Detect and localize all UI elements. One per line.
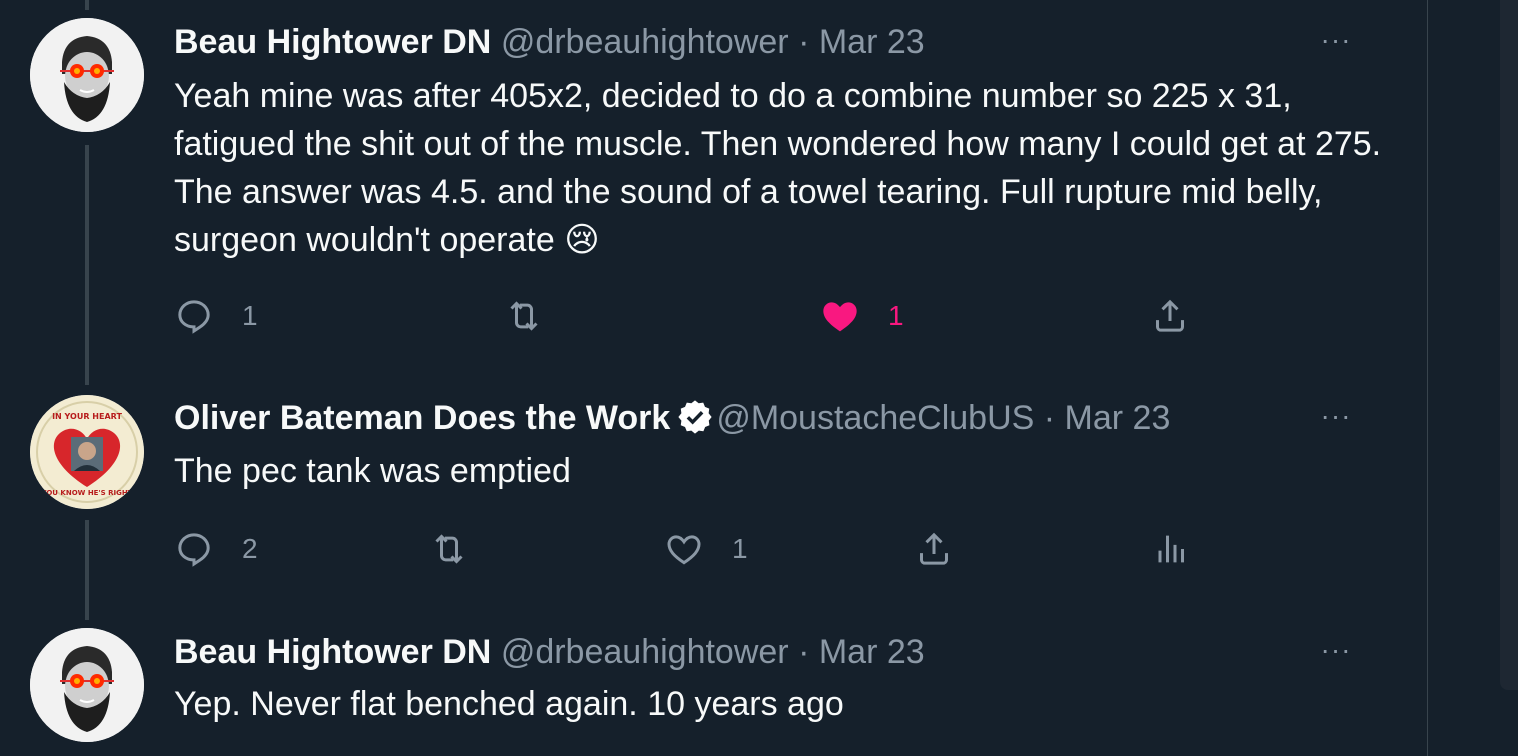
separator-dot: · [1043, 399, 1056, 437]
heart-filled-icon [823, 302, 857, 332]
avatar-top-text: IN YOUR HEART [52, 412, 122, 421]
retweet-button[interactable] [429, 527, 497, 571]
avatar-bearded-man-laser-eyes [30, 628, 144, 742]
like-button[interactable]: 1 [664, 527, 748, 571]
author-name[interactable]: Beau Hightower DN [174, 23, 491, 61]
tweet[interactable]: Beau Hightower DN @drbeauhightower · Mar… [0, 0, 1428, 380]
avatar[interactable]: IN YOUR HEART YOU KNOW HE'S RIGHT [30, 395, 144, 509]
author-name[interactable]: Beau Hightower DN [174, 633, 491, 671]
tweet-text: Yep. Never flat benched again. 10 years … [174, 685, 844, 723]
like-count: 1 [888, 300, 904, 331]
reply-button[interactable]: 2 [174, 527, 258, 571]
reply-icon [178, 300, 210, 334]
tweet[interactable]: Beau Hightower DN @drbeauhightower · Mar… [0, 620, 1428, 756]
author-handle[interactable]: @drbeauhightower [501, 23, 789, 61]
retweet-icon [435, 534, 463, 564]
tweet-actions: 1 1 [174, 294, 1194, 338]
sidebar-panel-edge [1500, 0, 1518, 690]
tweet-header: Oliver Bateman Does the Work @MoustacheCl… [174, 398, 1170, 438]
share-icon [920, 532, 948, 565]
tweet-date[interactable]: Mar 23 [1065, 399, 1171, 437]
tweet-text: The pec tank was emptied [174, 452, 571, 490]
analytics-button[interactable] [1150, 527, 1218, 571]
retweet-icon [510, 301, 538, 331]
more-options-button[interactable]: ··· [1316, 636, 1356, 680]
avatar-campaign-button: IN YOUR HEART YOU KNOW HE'S RIGHT [30, 395, 144, 509]
more-options-button[interactable]: ··· [1316, 402, 1356, 446]
tweet[interactable]: IN YOUR HEART YOU KNOW HE'S RIGHT Oliver… [0, 385, 1428, 615]
author-handle[interactable]: @MoustacheClubUS [716, 399, 1034, 437]
like-count: 1 [732, 533, 748, 564]
avatar-bearded-man-laser-eyes [30, 18, 144, 132]
tweet-date[interactable]: Mar 23 [819, 633, 925, 671]
share-button[interactable] [1150, 294, 1218, 338]
column-divider [1427, 0, 1428, 756]
tweet-text: Yeah mine was after 405x2, decided to do… [174, 77, 1382, 259]
more-options-button[interactable]: ··· [1316, 26, 1356, 70]
reply-icon [178, 533, 210, 567]
avatar-bottom-text: YOU KNOW HE'S RIGHT [41, 489, 133, 497]
author-name[interactable]: Oliver Bateman Does the Work [174, 399, 670, 437]
like-button[interactable]: 1 [820, 294, 904, 338]
reply-button[interactable]: 1 [174, 294, 258, 338]
avatar[interactable] [30, 628, 144, 742]
author-handle[interactable]: @drbeauhightower [501, 633, 789, 671]
tweet-date[interactable]: Mar 23 [819, 23, 925, 61]
tweet-actions: 2 1 [174, 527, 1194, 571]
retweet-button[interactable] [504, 294, 572, 338]
share-button[interactable] [914, 527, 982, 571]
analytics-icon [1158, 535, 1184, 563]
tweet-header: Beau Hightower DN @drbeauhightower · Mar… [174, 22, 925, 62]
tweet-header: Beau Hightower DN @drbeauhightower · Mar… [174, 632, 925, 672]
reply-count: 2 [242, 533, 258, 564]
separator-dot: · [798, 23, 810, 61]
verified-badge-icon [678, 400, 712, 434]
heart-outline-icon [667, 535, 701, 565]
share-icon [1156, 299, 1184, 332]
avatar[interactable] [30, 18, 144, 132]
conversation-timeline: Beau Hightower DN @drbeauhightower · Mar… [0, 0, 1428, 756]
reply-count: 1 [242, 300, 258, 331]
separator-dot: · [798, 633, 810, 671]
